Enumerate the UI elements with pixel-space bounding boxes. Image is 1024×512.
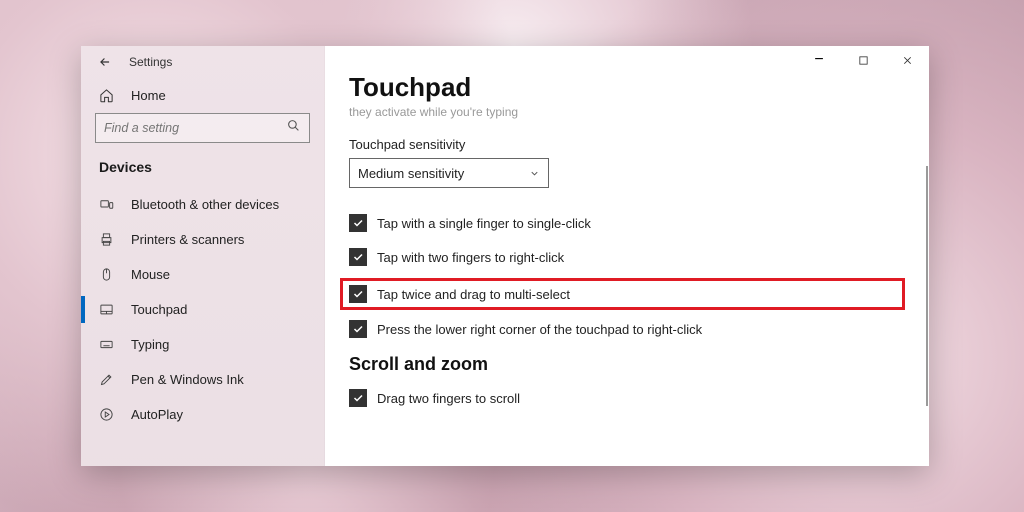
- chevron-down-icon: [529, 168, 540, 179]
- sidebar-nav: Bluetooth & other devices Printers & sca…: [81, 187, 324, 466]
- scrollbar[interactable]: [926, 166, 928, 406]
- sidebar-item-autoplay[interactable]: AutoPlay: [81, 397, 324, 432]
- search-wrap: [81, 113, 324, 155]
- sidebar-item-mouse[interactable]: Mouse: [81, 257, 324, 292]
- sidebar-item-touchpad[interactable]: Touchpad: [81, 292, 324, 327]
- maximize-icon: [858, 55, 869, 66]
- checkbox[interactable]: [349, 320, 367, 338]
- sidebar-section-label: Devices: [81, 155, 324, 187]
- sensitivity-label: Touchpad sensitivity: [349, 137, 905, 152]
- content-pane: − Touchpad they activate while you're ty…: [325, 46, 929, 466]
- scroll-zoom-heading: Scroll and zoom: [349, 354, 905, 375]
- checkbox[interactable]: [349, 285, 367, 303]
- nav-label: Typing: [131, 337, 169, 352]
- dropdown-value: Medium sensitivity: [358, 166, 464, 181]
- nav-label: Mouse: [131, 267, 170, 282]
- nav-label: AutoPlay: [131, 407, 183, 422]
- sidebar: Settings Home Devices Bluetooth & other …: [81, 46, 325, 466]
- touchpad-icon: [99, 302, 117, 317]
- home-label: Home: [131, 88, 166, 103]
- minimize-icon: −: [814, 51, 823, 69]
- devices-icon: [99, 197, 117, 212]
- pen-icon: [99, 372, 117, 387]
- option-label: Tap twice and drag to multi-select: [377, 287, 570, 302]
- search-input[interactable]: [104, 121, 287, 135]
- titlebar-buttons: −: [797, 46, 929, 74]
- close-button[interactable]: [885, 46, 929, 74]
- sidebar-item-printers[interactable]: Printers & scanners: [81, 222, 324, 257]
- autoplay-icon: [99, 407, 117, 422]
- sidebar-item-pen[interactable]: Pen & Windows Ink: [81, 362, 324, 397]
- option-label: Press the lower right corner of the touc…: [377, 322, 702, 337]
- option-label: Drag two fingers to scroll: [377, 391, 520, 406]
- maximize-button[interactable]: [841, 46, 885, 74]
- back-button[interactable]: [95, 52, 115, 72]
- checkbox[interactable]: [349, 214, 367, 232]
- minimize-button[interactable]: −: [797, 46, 841, 74]
- option-two-finger-tap: Tap with two fingers to right-click: [349, 248, 905, 266]
- nav-label: Printers & scanners: [131, 232, 244, 247]
- truncated-hint: they activate while you're typing: [349, 105, 905, 119]
- printer-icon: [99, 232, 117, 247]
- option-label: Tap with a single finger to single-click: [377, 216, 591, 231]
- nav-label: Bluetooth & other devices: [131, 197, 279, 212]
- nav-label: Pen & Windows Ink: [131, 372, 244, 387]
- window-title: Settings: [129, 55, 172, 69]
- option-lower-right-corner: Press the lower right corner of the touc…: [349, 320, 905, 338]
- search-icon: [287, 119, 301, 137]
- home-icon: [99, 88, 117, 103]
- nav-label: Touchpad: [131, 302, 187, 317]
- sensitivity-dropdown[interactable]: Medium sensitivity: [349, 158, 549, 188]
- option-tap-twice-drag: Tap twice and drag to multi-select: [340, 278, 905, 310]
- mouse-icon: [99, 267, 117, 282]
- option-single-tap: Tap with a single finger to single-click: [349, 214, 905, 232]
- sidebar-header: Settings: [81, 46, 324, 74]
- checkbox[interactable]: [349, 389, 367, 407]
- search-box[interactable]: [95, 113, 310, 143]
- checkbox[interactable]: [349, 248, 367, 266]
- tap-options: Tap with a single finger to single-click…: [349, 214, 905, 338]
- sidebar-item-typing[interactable]: Typing: [81, 327, 324, 362]
- page-title: Touchpad: [349, 72, 905, 103]
- keyboard-icon: [99, 337, 117, 352]
- settings-window: Settings Home Devices Bluetooth & other …: [81, 46, 929, 466]
- option-label: Tap with two fingers to right-click: [377, 250, 564, 265]
- arrow-left-icon: [98, 55, 112, 69]
- sidebar-home[interactable]: Home: [81, 74, 324, 113]
- sidebar-item-bluetooth[interactable]: Bluetooth & other devices: [81, 187, 324, 222]
- close-icon: [902, 55, 913, 66]
- option-two-finger-scroll: Drag two fingers to scroll: [349, 389, 905, 407]
